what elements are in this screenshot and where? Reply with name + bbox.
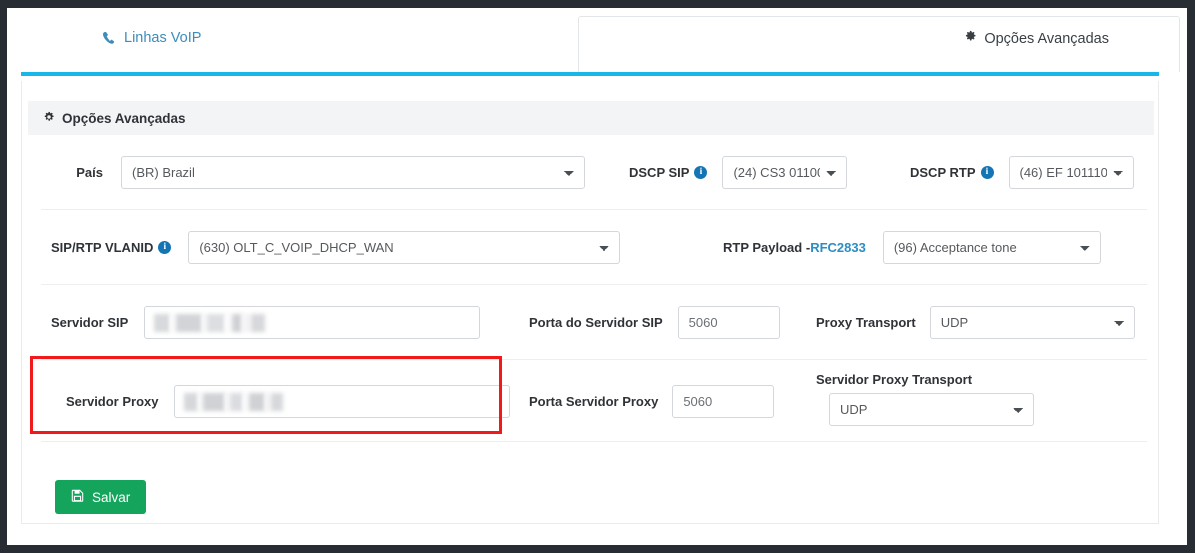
field-sip-rtp-vlanid: SIP/RTP VLANID i (630) OLT_C_VOIP_DHCP_W…: [51, 231, 621, 264]
country-label: País: [76, 165, 103, 180]
form-row-country: País (BR) Brazil DSCP SIP i (24) CS3 011…: [41, 135, 1147, 210]
info-icon[interactable]: i: [158, 241, 172, 254]
proxy-server-transport-select[interactable]: UDP: [829, 393, 1034, 426]
browser-viewport: Linhas VoIP Opções Avançadas Opções Avan…: [0, 0, 1195, 553]
proxy-server-port-label: Porta Servidor Proxy: [529, 394, 659, 409]
page-content: Linhas VoIP Opções Avançadas Opções Avan…: [7, 8, 1187, 545]
tab-bar: Linhas VoIP Opções Avançadas: [7, 8, 1187, 76]
tab-voip-lines-label: Linhas VoIP: [124, 30, 202, 46]
field-dscp-rtp: DSCP RTP i (46) EF 101110: [910, 156, 1134, 189]
form-body: País (BR) Brazil DSCP SIP i (24) CS3 011…: [28, 135, 1154, 517]
info-icon[interactable]: i: [694, 166, 708, 179]
field-sip-server: Servidor SIP: [51, 306, 481, 339]
panel-title: Opções Avançadas: [62, 110, 186, 126]
proxy-transport-label: Proxy Transport: [816, 315, 916, 330]
panel-header: Opções Avançadas: [28, 101, 1154, 135]
proxy-server-label: Servidor Proxy: [66, 394, 159, 409]
dscp-rtp-label: DSCP RTP: [910, 165, 976, 180]
dscp-sip-select[interactable]: (24) CS3 011000: [722, 156, 848, 189]
form-row-proxy-server: Servidor Proxy Porta Servidor Proxy 5060…: [41, 360, 1147, 442]
rtp-payload-select[interactable]: (96) Acceptance tone: [882, 231, 1101, 264]
field-proxy-server-transport: Servidor Proxy Transport UDP: [816, 372, 1034, 426]
sip-server-port-input[interactable]: [677, 306, 780, 339]
sip-server-port-label: Porta do Servidor SIP: [529, 315, 663, 330]
save-button-label: Salvar: [92, 489, 131, 505]
field-country: País (BR) Brazil: [51, 156, 585, 189]
tab-advanced-options-label-group[interactable]: Opções Avançadas: [964, 30, 1109, 47]
info-icon[interactable]: i: [980, 166, 994, 179]
proxy-server-transport-label: Servidor Proxy Transport: [816, 372, 973, 387]
rtp-payload-rfc-link[interactable]: RFC2833: [810, 240, 866, 255]
save-icon: [71, 489, 84, 505]
field-rtp-payload: RTP Payload - RFC2833 (96) Acceptance to…: [723, 231, 1101, 264]
field-sip-server-port: Porta do Servidor SIP: [529, 306, 780, 339]
field-proxy-server-port: Porta Servidor Proxy: [529, 385, 775, 418]
gear-icon: [964, 30, 977, 47]
gear-icon: [43, 111, 55, 126]
sip-rtp-vlanid-label: SIP/RTP VLANID: [51, 240, 154, 255]
field-proxy-server: Servidor Proxy: [66, 385, 510, 418]
tab-active-underline: [21, 72, 1159, 76]
proxy-transport-select[interactable]: UDP: [929, 306, 1135, 339]
advanced-options-panel: Opções Avançadas País (BR) Brazil DSCP S…: [21, 81, 1159, 524]
field-proxy-transport: Proxy Transport UDP: [816, 306, 1135, 339]
field-dscp-sip: DSCP SIP i (24) CS3 011000: [629, 156, 848, 189]
country-select[interactable]: (BR) Brazil: [121, 156, 585, 189]
dscp-sip-label: DSCP SIP: [629, 165, 690, 180]
proxy-server-port-input[interactable]: [672, 385, 775, 418]
sip-rtp-vlanid-select[interactable]: (630) OLT_C_VOIP_DHCP_WAN: [188, 231, 621, 264]
form-row-vlan: SIP/RTP VLANID i (630) OLT_C_VOIP_DHCP_W…: [41, 210, 1147, 285]
form-row-actions: [41, 442, 1147, 517]
proxy-server-redacted-value: [183, 393, 283, 411]
phone-icon: [102, 31, 116, 45]
tab-voip-lines[interactable]: Linhas VoIP: [102, 30, 201, 46]
form-row-sip-server: Servidor SIP Porta do Servidor SIP 5060 …: [41, 285, 1147, 360]
tab-advanced-options-label: Opções Avançadas: [984, 30, 1109, 47]
save-button[interactable]: Salvar: [55, 480, 147, 514]
dscp-rtp-select[interactable]: (46) EF 101110: [1008, 156, 1134, 189]
sip-server-label: Servidor SIP: [51, 315, 129, 330]
rtp-payload-label: RTP Payload -: [723, 240, 811, 255]
sip-server-redacted-value: [154, 314, 266, 332]
